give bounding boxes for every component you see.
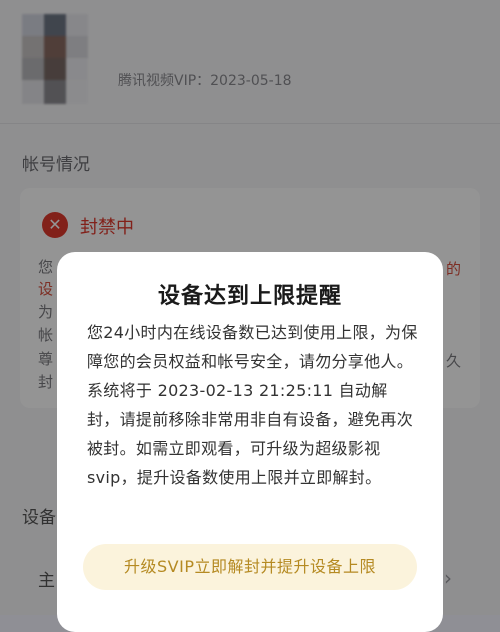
device-limit-modal: 设备达到上限提醒 您24小时内在线设备数已达到使用上限，为保障您的会员权益和帐号…: [57, 252, 443, 632]
modal-title: 设备达到上限提醒: [157, 284, 342, 309]
upgrade-svip-button[interactable]: 升级SVIP立即解封并提升设备上限: [83, 544, 417, 590]
modal-message: 您24小时内在线设备数已达到使用上限，为保障您的会员权益和帐号安全，请勿分享他人…: [87, 323, 418, 487]
